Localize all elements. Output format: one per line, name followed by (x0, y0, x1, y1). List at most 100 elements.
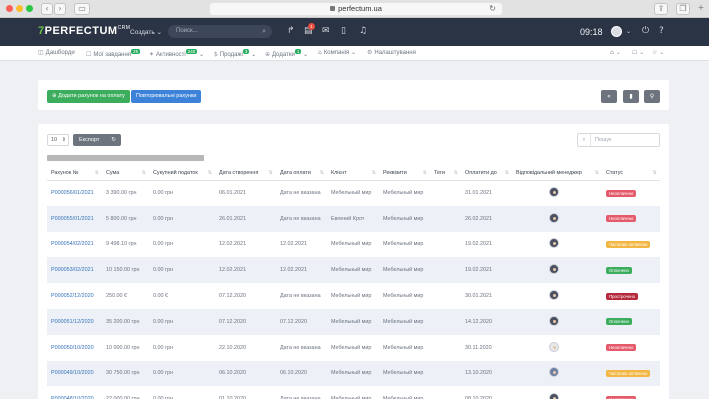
forward-icon[interactable]: › (54, 3, 66, 15)
home-menu-icon[interactable]: ⌂ ⌄ (610, 49, 621, 56)
column-header[interactable]: Сукупний податок ⇅ (149, 166, 215, 181)
cell-number[interactable]: P000050/10/2020 (47, 334, 102, 361)
new-tab-icon[interactable]: + (696, 3, 706, 15)
cell-number[interactable]: P000049/10/2020 (47, 360, 102, 387)
add-invoice-button[interactable]: ⊕ Додати рахунок на оплату (47, 90, 130, 103)
sort-icon[interactable]: ⇅ (320, 170, 324, 176)
table-row[interactable]: P000049/10/2020 30 750.00 грн 0.00 грн 06.1… (47, 360, 660, 387)
column-header[interactable]: Оплатити до ⇅ (461, 166, 512, 181)
sort-icon[interactable]: ⇅ (423, 170, 427, 176)
column-header[interactable]: Теги ⇅ (430, 166, 461, 181)
address-bar[interactable]: perfectum.ua ↻ (210, 3, 502, 15)
nav-item-my-tasks[interactable]: ☐ Мої завдання25 (86, 49, 141, 58)
table-search-input[interactable]: ⌕ Пошук (577, 133, 660, 147)
manager-avatar[interactable] (549, 187, 559, 198)
sort-icon[interactable]: ⇅ (653, 170, 657, 176)
share-arrow-icon[interactable]: ↱ (287, 26, 295, 36)
cell-requisites: Мебельный мир (379, 257, 430, 284)
recurring-invoices-button[interactable]: Повторювальні рахунки (131, 90, 202, 103)
column-header[interactable]: Рахунок № ⇅ (47, 166, 102, 181)
global-search-input[interactable]: Поиск... ⌕ (168, 25, 272, 38)
maximize-window-icon[interactable] (26, 5, 33, 12)
cell-status: Прострочено (602, 283, 660, 309)
manager-avatar[interactable] (549, 212, 559, 223)
status-badge: Оплачено (606, 266, 632, 274)
cell-number[interactable]: P000056/01/2021 (47, 180, 102, 206)
nav-item-settings[interactable]: ⚙ Налаштування (367, 49, 416, 56)
manager-avatar[interactable] (549, 393, 559, 399)
avatar-caret-icon[interactable]: ⌄ (626, 28, 631, 35)
column-header[interactable]: Сума ⇅ (102, 166, 149, 181)
cell-number[interactable]: P000052/12/2020 (47, 283, 102, 309)
cell-number[interactable]: P000055/01/2021 (47, 205, 102, 232)
document-icon[interactable]: ▯ (341, 26, 346, 36)
tabs-icon[interactable]: ❐ (676, 3, 690, 15)
sort-icon[interactable]: ⇅ (595, 170, 599, 176)
cell-sum: 35 200.00 грн (102, 308, 149, 335)
nav-item-company[interactable]: ⌂ Компанія ⌄ (318, 49, 356, 56)
column-header[interactable]: Реквізити ⇅ (379, 166, 430, 181)
column-header[interactable]: Дата створення ⇅ (215, 166, 276, 181)
sort-icon[interactable]: ⇅ (269, 170, 273, 176)
cell-created: 26.01.2021 (215, 205, 276, 232)
manager-avatar[interactable] (549, 238, 559, 249)
cell-number[interactable]: P000053/02/2021 (47, 257, 102, 284)
table-row[interactable]: P000053/02/2021 10 150.00 грн 0.00 грн 12.0… (47, 257, 660, 284)
sort-icon[interactable]: ⇅ (454, 170, 458, 176)
sort-icon[interactable]: ⇅ (95, 170, 99, 176)
table-row[interactable]: P000048/10/202022 000.00 грн0.00 грн01.1… (47, 386, 660, 399)
mail-icon[interactable]: ✉ (322, 26, 330, 36)
create-menu[interactable]: Создать ⌄ (130, 28, 162, 36)
refresh-icon[interactable]: ↻ (111, 134, 116, 146)
share-icon[interactable]: ⇪ (654, 3, 668, 15)
sidebar-toggle-icon[interactable]: ▭ (74, 3, 90, 15)
cell-number[interactable]: P000051/12/2020 (47, 308, 102, 335)
column-header[interactable]: Дата оплати ⇅ (276, 166, 327, 181)
favorites-menu-icon[interactable]: ☆ ⌄ (652, 49, 664, 56)
reload-icon[interactable]: ↻ (489, 3, 496, 15)
nav-item-dashboards[interactable]: ◫ Дашборди (38, 49, 75, 56)
logo[interactable]: 7PERFECTUMCRM (38, 25, 130, 37)
sort-icon[interactable]: ⇅ (208, 170, 212, 176)
table-row[interactable]: P000055/01/2021 5 800.00 грн 0.00 грн 26.01… (47, 205, 660, 232)
manager-avatar[interactable] (549, 264, 559, 275)
cell-created: 06.10.2020 (215, 360, 276, 387)
nav-item-sales[interactable]: $ Продажі3 ⌄ (214, 49, 256, 58)
table-row[interactable]: P000056/01/2021 3 390.00 грн 0.00 грн 06.01… (47, 180, 660, 206)
filter-icon[interactable]: ⚲ (644, 90, 660, 103)
column-header[interactable]: Статус ⇅ (602, 166, 660, 181)
table-row[interactable]: P000050/10/2020 10 000.00 грн 0.00 грн 22.1… (47, 334, 660, 361)
close-window-icon[interactable] (6, 5, 13, 12)
table-row[interactable]: P000051/12/2020 35 200.00 грн 0.00 грн 07.1… (47, 308, 660, 335)
manager-avatar[interactable] (549, 290, 559, 301)
sort-icon[interactable]: ⇅ (142, 170, 146, 176)
addons-count-badge: 1 (294, 49, 302, 54)
minimize-window-icon[interactable] (16, 5, 23, 12)
sort-icon[interactable]: ⇅ (372, 170, 376, 176)
chart-icon[interactable]: ▮ (623, 90, 639, 103)
export-button[interactable]: Експорт ↻ (73, 134, 121, 146)
column-header[interactable]: Клієнт ⇅ (327, 166, 379, 181)
table-row[interactable]: P000052/12/2020 250.00 €0.00 €07.12.2020 Д… (47, 283, 660, 309)
back-icon[interactable]: ‹ (41, 3, 53, 15)
help-icon[interactable]: ? (659, 26, 664, 36)
page-length-select[interactable]: 10 ⇕ (47, 134, 69, 146)
cell-due: 26.02.2021 (461, 205, 512, 232)
power-icon[interactable]: ⏻ (642, 26, 649, 36)
cell-number[interactable]: P000054/02/2021 (47, 231, 102, 258)
sort-icon[interactable]: ⇅ (505, 170, 509, 176)
column-header[interactable]: Відповідальний менеджер ⇅ (512, 166, 602, 181)
manager-avatar[interactable] (549, 315, 559, 326)
manager-avatar[interactable] (549, 367, 559, 378)
user-menu-icon[interactable]: ☖ ⌄ (632, 49, 644, 56)
collapse-icon[interactable]: « (601, 90, 617, 103)
table-row[interactable]: P000054/02/2021 9 498.10 грн 0.00 грн 12.02… (47, 231, 660, 258)
horizontal-scrollbar[interactable] (47, 155, 204, 161)
user-avatar[interactable] (611, 26, 622, 37)
nav-item-addons[interactable]: ⊕ Додатки1 ⌄ (265, 49, 308, 58)
bell-icon[interactable]: ♫ (359, 26, 367, 36)
manager-avatar[interactable] (549, 341, 559, 352)
nav-item-activities[interactable]: ✦ Активності240 ⌄ (149, 49, 204, 58)
cell-number[interactable]: P000048/10/2020 (47, 386, 102, 399)
cell-manager (512, 308, 602, 335)
